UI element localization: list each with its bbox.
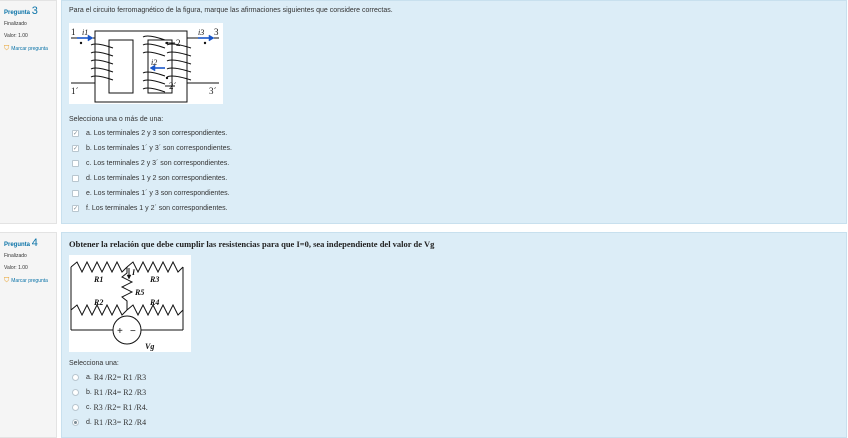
- question-grade: Valor: 1.00: [4, 265, 28, 271]
- checkbox-empty-icon[interactable]: [72, 175, 79, 182]
- flag-icon: ⛉: [4, 45, 10, 52]
- answer-option-a[interactable]: a. R4 /R2= R1 /R3: [69, 370, 839, 385]
- question-number: Pregunta 4: [4, 237, 38, 249]
- terminal-3-prime-label: 3´: [209, 86, 217, 96]
- question-4: Pregunta 4 Finalizado Valor: 1.00 ⛉ Marca…: [0, 232, 848, 438]
- question-text: Obtener la relación que debe cumplir las…: [69, 239, 435, 249]
- resistor-r4-label: R4: [149, 298, 159, 307]
- source-vg-label: Vg: [145, 342, 154, 351]
- terminal-3-label: 3: [214, 27, 219, 37]
- checkbox-checked-icon[interactable]: ✓: [72, 130, 79, 137]
- answer-prompt: Selecciona una o más de una:: [69, 116, 164, 123]
- source-plus-sign: +: [117, 326, 123, 337]
- answer-option-e[interactable]: e. Los terminales 1´ y 3 son correspondi…: [69, 186, 839, 201]
- answer-list: a. R4 /R2= R1 /R3 b. R1 /R4= R2 /R3 c. R3 /…: [69, 370, 839, 430]
- answer-prompt: Selecciona una:: [69, 360, 119, 367]
- flag-question-link[interactable]: ⛉ Marcar pregunta: [4, 45, 52, 53]
- current-i1-label: i1: [82, 28, 88, 37]
- terminal-2-prime-label: 2´: [169, 81, 177, 91]
- question-grade: Valor: 1.00: [4, 33, 28, 39]
- checkbox-empty-icon[interactable]: [72, 190, 79, 197]
- flag-icon: ⛉: [4, 277, 10, 284]
- checkbox-empty-icon[interactable]: [72, 160, 79, 167]
- resistor-r2-label: R2: [93, 298, 103, 307]
- current-i2-label: i2: [151, 58, 157, 67]
- radio-empty-icon[interactable]: [72, 404, 79, 411]
- question-text: Para el circuito ferromagnético de la fi…: [69, 7, 393, 14]
- flag-question-link[interactable]: ⛉ Marcar pregunta: [4, 277, 52, 285]
- checkbox-checked-icon[interactable]: ✓: [72, 145, 79, 152]
- question-info: Pregunta 4 Finalizado Valor: 1.00 ⛉ Marca…: [0, 232, 57, 438]
- question-number: Pregunta 3: [4, 5, 38, 17]
- source-minus-sign: −: [130, 326, 136, 337]
- radio-selected-icon[interactable]: [72, 419, 79, 426]
- answer-option-d[interactable]: d. Los terminales 1 y 2 son correspondie…: [69, 171, 839, 186]
- radio-dot: [74, 421, 77, 424]
- radio-empty-icon[interactable]: [72, 389, 79, 396]
- bridge-circuit-diagram: R1 R3 R5 R2 R4 I Vg + −: [70, 260, 184, 351]
- question-content: Obtener la relación que debe cumplir las…: [61, 232, 847, 438]
- question-3: Pregunta 3 Finalizado Valor: 1.00 ⛉ Marca…: [0, 0, 848, 224]
- circuit-figure: 1 i1 2 i3 3 i2 2´ 1´ 3´: [69, 23, 223, 104]
- answer-option-f[interactable]: ✓ f. Los terminales 1 y 2´ son correspond…: [69, 201, 839, 216]
- terminal-1-label: 1: [71, 27, 76, 37]
- current-i3-label: i3: [198, 28, 204, 37]
- answer-option-b[interactable]: b. R1 /R4= R2 /R3: [69, 385, 839, 400]
- current-i-label: I: [131, 268, 136, 277]
- ferromagnetic-circuit-diagram: 1 i1 2 i3 3 i2 2´ 1´ 3´: [71, 27, 219, 103]
- radio-empty-icon[interactable]: [72, 374, 79, 381]
- answer-option-d[interactable]: d. R1 /R3= R2 /R4: [69, 415, 839, 430]
- answer-option-c[interactable]: c. R3 /R2= R1 /R4.: [69, 400, 839, 415]
- terminal-1-prime-label: 1´: [71, 86, 79, 96]
- resistor-r5-label: R5: [134, 288, 144, 297]
- answer-option-b[interactable]: ✓ b. Los terminales 1´ y 3´ son correspon…: [69, 141, 839, 156]
- question-info: Pregunta 3 Finalizado Valor: 1.00 ⛉ Marca…: [0, 0, 57, 224]
- answer-option-a[interactable]: ✓ a. Los terminales 2 y 3 son correspondi…: [69, 126, 839, 141]
- question-state: Finalizado: [4, 253, 27, 259]
- circuit-figure: R1 R3 R5 R2 R4 I Vg + −: [69, 255, 191, 352]
- terminal-2-label: 2: [176, 38, 181, 48]
- answer-option-c[interactable]: c. Los terminales 2 y 3´ son correspondi…: [69, 156, 839, 171]
- checkbox-checked-icon[interactable]: ✓: [72, 205, 79, 212]
- resistor-r3-label: R3: [149, 275, 159, 284]
- resistor-r1-label: R1: [93, 275, 103, 284]
- question-content: Para el circuito ferromagnético de la fi…: [61, 0, 847, 224]
- answer-list: ✓ a. Los terminales 2 y 3 son correspondi…: [69, 126, 839, 216]
- question-state: Finalizado: [4, 21, 27, 27]
